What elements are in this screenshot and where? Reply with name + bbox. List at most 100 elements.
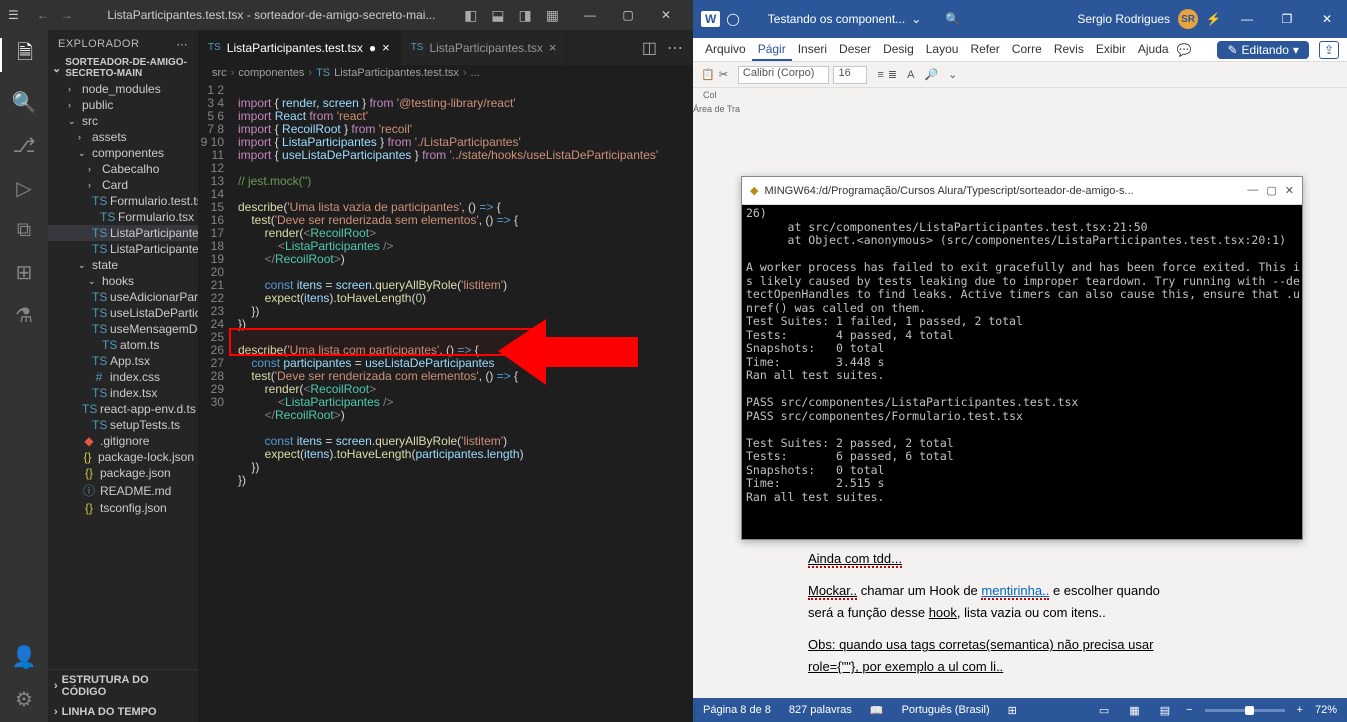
file-item[interactable]: TSuseListaDeParticipantes.tsx bbox=[48, 305, 198, 321]
folder-item[interactable]: ›Cabecalho bbox=[48, 161, 198, 177]
source-control-icon[interactable]: ⎇ bbox=[12, 133, 35, 158]
ribbon-tab[interactable]: Revis bbox=[1048, 39, 1090, 61]
zoom-level[interactable]: 72% bbox=[1315, 704, 1337, 716]
explorer-icon[interactable]: 🗎 bbox=[0, 38, 48, 72]
word-count[interactable]: 827 palavras bbox=[789, 704, 852, 716]
autosave-icon[interactable]: ◯ bbox=[726, 12, 739, 26]
word-minimize-button[interactable]: — bbox=[1227, 0, 1267, 38]
search-icon[interactable]: 🔍 bbox=[12, 90, 37, 115]
file-item[interactable]: TSsetupTests.ts bbox=[48, 417, 198, 433]
print-layout-icon[interactable]: ▦ bbox=[1125, 704, 1143, 717]
ribbon-tab[interactable]: Deser bbox=[833, 39, 877, 61]
file-item[interactable]: TSuseAdicionarParticipante.ts bbox=[48, 289, 198, 305]
maximize-button[interactable]: ▢ bbox=[609, 0, 647, 30]
ribbon-tab[interactable]: Refer bbox=[964, 39, 1005, 61]
file-item[interactable]: TSFormulario.test.tsx bbox=[48, 193, 198, 209]
word-close-button[interactable]: ✕ bbox=[1307, 0, 1347, 38]
font-name-select[interactable]: Calibri (Corpo) bbox=[738, 66, 830, 84]
back-icon[interactable]: ← bbox=[37, 8, 49, 22]
close-button[interactable]: ✕ bbox=[647, 0, 685, 30]
document-body-text[interactable]: Ainda com tdd... Mockar.. chamar um Hook… bbox=[808, 548, 1238, 678]
comments-icon[interactable]: 💬 bbox=[1177, 43, 1192, 57]
ribbon-tab[interactable]: Corre bbox=[1006, 39, 1048, 61]
file-item[interactable]: TSatom.ts bbox=[48, 337, 198, 353]
folder-item[interactable]: ›public bbox=[48, 97, 198, 113]
extensions-icon[interactable]: ⧉ bbox=[17, 219, 31, 242]
terminal-output[interactable]: 26) at src/componentes/ListaParticipante… bbox=[742, 205, 1302, 539]
user-avatar[interactable]: SR bbox=[1178, 9, 1198, 29]
fwd-icon[interactable]: → bbox=[61, 8, 73, 22]
ribbon-collapse-icon[interactable]: ⌄ bbox=[948, 68, 957, 81]
layout-panel-right-icon[interactable]: ◨ bbox=[519, 7, 532, 24]
file-item[interactable]: TSApp.tsx bbox=[48, 353, 198, 369]
share-button[interactable]: ⇪ bbox=[1319, 41, 1339, 59]
zoom-in-button[interactable]: + bbox=[1297, 704, 1303, 716]
term-maximize-button[interactable]: ▢ bbox=[1266, 184, 1276, 197]
code-editor[interactable]: 1 2 3 4 5 6 7 8 9 10 11 12 13 14 15 16 1… bbox=[198, 81, 693, 722]
editor-tab[interactable]: TSListaParticipantes.test.tsx●× bbox=[198, 30, 401, 65]
numbering-icon[interactable]: ≣ bbox=[888, 68, 897, 81]
folder-item[interactable]: ›assets bbox=[48, 129, 198, 145]
explorer-more-icon[interactable]: ⋯ bbox=[177, 38, 189, 51]
page-indicator[interactable]: Página 8 de 8 bbox=[703, 704, 771, 716]
language-indicator[interactable]: Português (Brasil) bbox=[902, 704, 990, 716]
testing-icon[interactable]: ⚗ bbox=[15, 303, 33, 328]
file-item[interactable]: {}package-lock.json bbox=[48, 449, 198, 465]
font-size-select[interactable]: 16 bbox=[833, 66, 867, 84]
layout-panel-bottom-icon[interactable]: ⬓ bbox=[491, 7, 504, 24]
folder-item[interactable]: ⌄src bbox=[48, 113, 198, 129]
menu-icon[interactable]: ☰ bbox=[8, 8, 19, 22]
more-icon[interactable]: ⋯ bbox=[667, 38, 683, 58]
term-minimize-button[interactable]: — bbox=[1247, 184, 1258, 197]
file-item[interactable]: ⓘREADME.md bbox=[48, 481, 198, 500]
layout-panel-left-icon[interactable]: ◧ bbox=[464, 7, 477, 24]
settings-icon[interactable]: ⚙ bbox=[15, 687, 33, 712]
folder-item[interactable]: ›Card bbox=[48, 177, 198, 193]
file-item[interactable]: {}package.json bbox=[48, 465, 198, 481]
word-app-icon[interactable]: W bbox=[701, 11, 720, 27]
editing-mode-button[interactable]: ✎ Editando ▾ bbox=[1217, 41, 1308, 59]
styles-icon[interactable]: A bbox=[907, 69, 914, 81]
ribbon-tab[interactable]: Exibir bbox=[1090, 39, 1132, 61]
web-layout-icon[interactable]: ▤ bbox=[1156, 704, 1174, 717]
file-item[interactable]: TSListaParticipantes.tsx bbox=[48, 241, 198, 257]
file-item[interactable]: ◆.gitignore bbox=[48, 433, 198, 449]
doc-dropdown-icon[interactable]: ⌄ bbox=[911, 12, 921, 26]
outline-section[interactable]: ›ESTRUTURA DO CÓDIGO bbox=[48, 670, 198, 702]
folder-item[interactable]: ⌄state bbox=[48, 257, 198, 273]
project-header[interactable]: ⌄ SORTEADOR-DE-AMIGO-SECRETO-MAIN bbox=[48, 55, 198, 81]
accessibility-icon[interactable]: ⊞ bbox=[1008, 704, 1017, 717]
ribbon-tab[interactable]: Arquivo bbox=[699, 39, 752, 61]
term-close-button[interactable]: ✕ bbox=[1285, 184, 1294, 197]
ribbon-tab[interactable]: Inseri bbox=[792, 39, 833, 61]
terminal-titlebar[interactable]: ◆ MINGW64:/d/Programação/Cursos Alura/Ty… bbox=[742, 177, 1302, 205]
accounts-icon[interactable]: 👤 bbox=[12, 644, 37, 669]
file-item[interactable]: TSFormulario.tsx bbox=[48, 209, 198, 225]
focus-view-icon[interactable]: ▭ bbox=[1095, 704, 1113, 717]
minimize-button[interactable]: — bbox=[571, 0, 609, 30]
ribbon-tab[interactable]: Layou bbox=[920, 39, 965, 61]
file-item[interactable]: {}tsconfig.json bbox=[48, 500, 198, 516]
zoom-slider[interactable] bbox=[1205, 709, 1285, 712]
spell-icon[interactable]: 📖 bbox=[870, 704, 884, 717]
search-icon[interactable]: 🔍 bbox=[945, 12, 960, 26]
file-item[interactable]: TSreact-app-env.d.ts bbox=[48, 401, 198, 417]
run-debug-icon[interactable]: ▷ bbox=[16, 176, 31, 201]
layout-customize-icon[interactable]: ▦ bbox=[546, 7, 559, 24]
find-icon[interactable]: 🔎 bbox=[924, 68, 938, 81]
folder-item[interactable]: ⌄componentes bbox=[48, 145, 198, 161]
paste-icon[interactable]: 📋 bbox=[701, 68, 715, 81]
breadcrumb[interactable]: src› componentes› TS ListaParticipantes.… bbox=[198, 65, 693, 81]
ribbon-tab[interactable]: Ajuda bbox=[1132, 39, 1175, 61]
bullets-icon[interactable]: ≡ bbox=[877, 69, 883, 81]
file-item[interactable]: TSListaParticipantes.test.tsx bbox=[48, 225, 198, 241]
zoom-out-button[interactable]: − bbox=[1186, 704, 1192, 716]
word-restore-button[interactable]: ❐ bbox=[1267, 0, 1307, 38]
folder-item[interactable]: ›node_modules bbox=[48, 81, 198, 97]
file-item[interactable]: #index.css bbox=[48, 369, 198, 385]
folder-item[interactable]: ⌄hooks bbox=[48, 273, 198, 289]
timeline-section[interactable]: ›LINHA DO TEMPO bbox=[48, 702, 198, 722]
file-item[interactable]: TSuseMensagemDeErro.ts bbox=[48, 321, 198, 337]
remote-icon[interactable]: ⊞ bbox=[16, 260, 33, 285]
split-editor-icon[interactable]: ◫ bbox=[642, 38, 657, 58]
